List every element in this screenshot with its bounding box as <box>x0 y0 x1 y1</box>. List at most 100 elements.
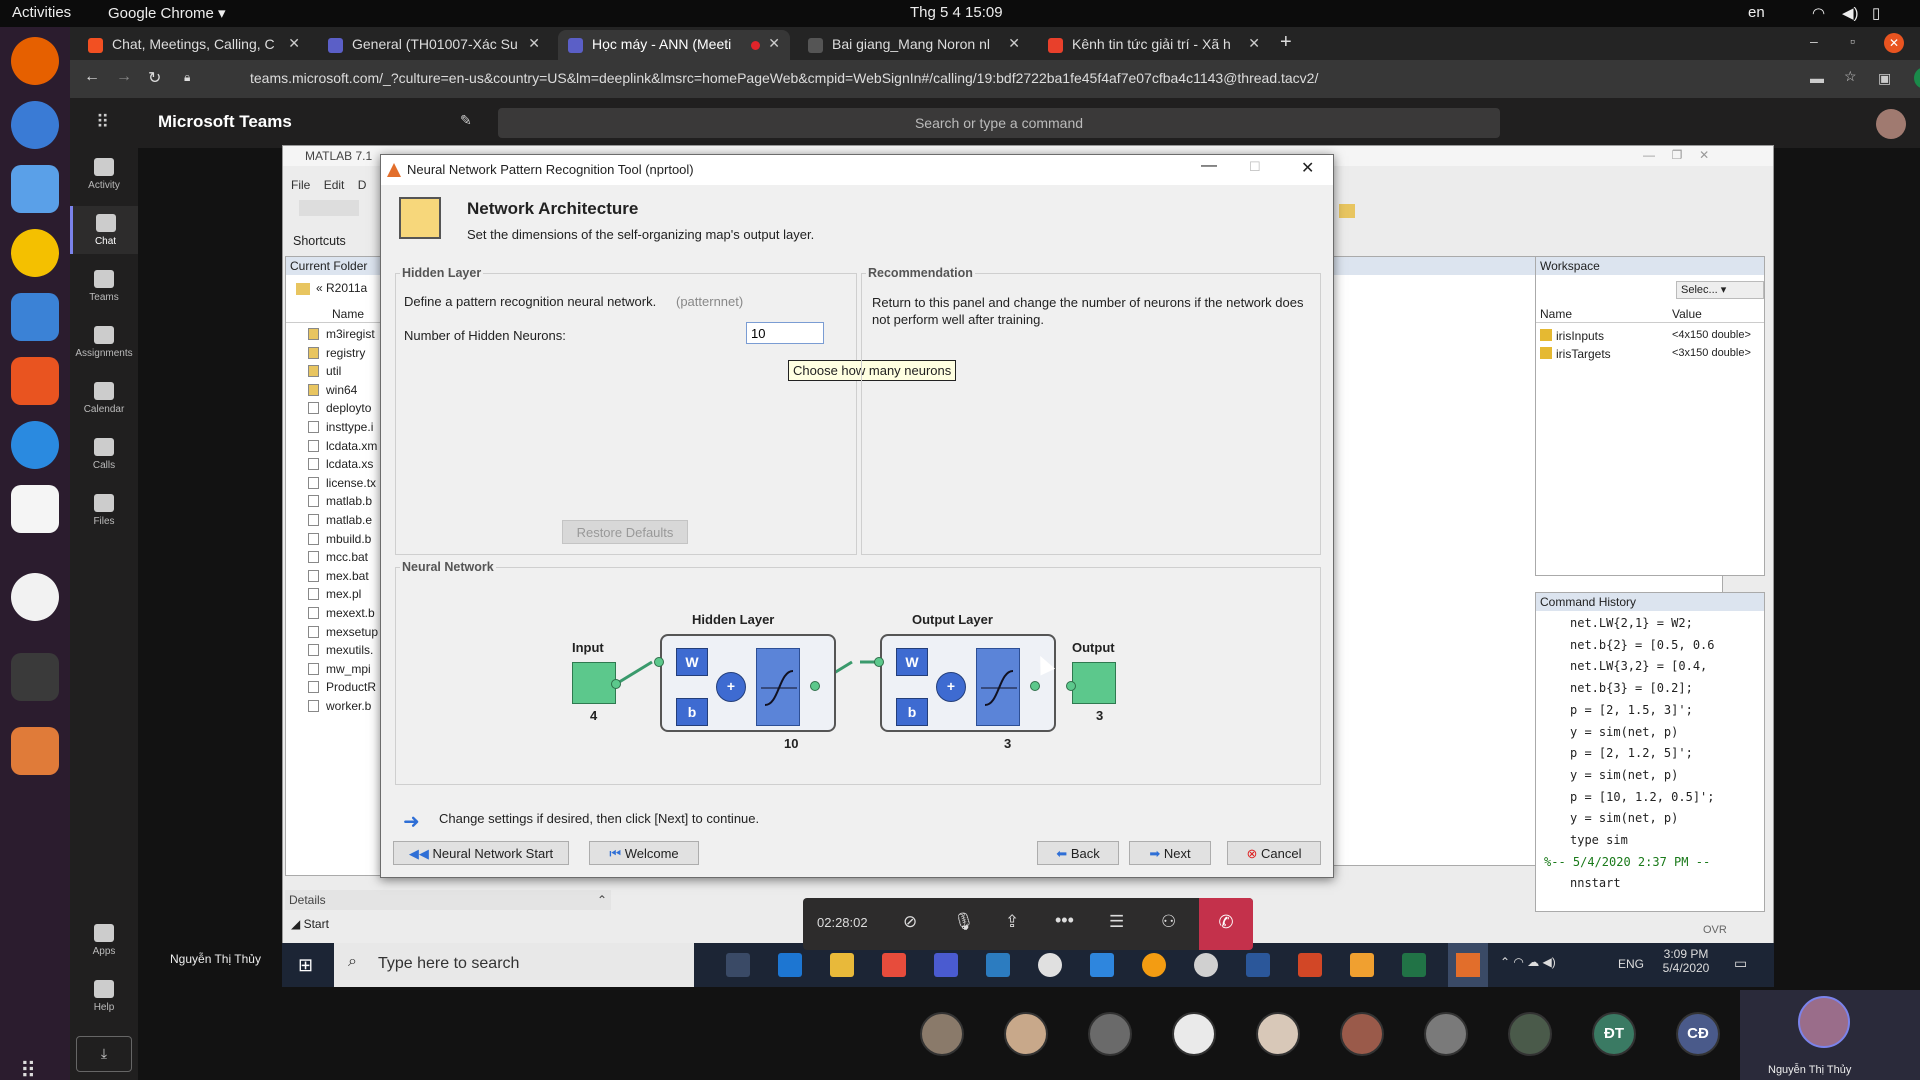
writer-icon[interactable] <box>11 293 59 341</box>
workspace-row[interactable]: irisInputs <4x150 double> <box>1536 327 1764 345</box>
taskbar-clock[interactable]: 3:09 PM 5/4/2020 <box>1656 947 1716 975</box>
participant-avatar[interactable] <box>1340 1012 1384 1056</box>
extension-icon[interactable]: ▣ <box>1878 70 1891 87</box>
rail-help[interactable]: Help <box>70 980 138 1013</box>
menu-file[interactable]: File <box>291 178 310 192</box>
visual-studio-icon[interactable] <box>934 953 958 977</box>
rail-chat[interactable]: Chat <box>70 206 138 254</box>
matlab-window-controls[interactable]: — ❐ ✕ <box>1643 148 1709 162</box>
app-launcher-icon[interactable]: ⠿ <box>96 112 109 133</box>
browser-tab-active[interactable]: Học máy - ANN (Meeti ✕ <box>558 30 790 60</box>
notification-icon[interactable]: ▭ <box>1734 955 1747 972</box>
history-line[interactable]: p = [10, 1.2, 0.5]'; <box>1544 787 1754 809</box>
forward-icon[interactable]: → <box>116 68 132 86</box>
wifi-icon[interactable]: ◠ <box>1812 4 1825 22</box>
terminal-icon[interactable] <box>11 653 59 701</box>
history-line[interactable]: y = sim(net, p) <box>1544 765 1754 787</box>
history-line[interactable]: net.b{2} = [0.5, 0.6 <box>1544 635 1754 657</box>
participants-icon[interactable]: ⚇ <box>1161 912 1176 932</box>
history-line[interactable]: nnstart <box>1544 873 1754 895</box>
camera-off-icon[interactable]: ⊘ <box>903 912 917 932</box>
back-button[interactable]: ⬅ Back <box>1037 841 1119 865</box>
close-tab-icon[interactable]: ✕ <box>1248 35 1260 52</box>
history-line[interactable]: net.LW{3,2} = [0.4, <box>1544 656 1754 678</box>
hidden-neurons-input[interactable] <box>746 322 824 344</box>
start-button[interactable]: ◢ Start <box>285 914 345 934</box>
app-icon[interactable] <box>1142 953 1166 977</box>
tray-icons[interactable]: ⌃ ◠ ☁ ◀) <box>1500 955 1556 969</box>
rail-calls[interactable]: Calls <box>70 438 138 471</box>
minimize-window-icon[interactable]: – <box>1810 33 1818 49</box>
close-window-icon[interactable]: ✕ <box>1884 33 1904 53</box>
activities-button[interactable]: Activities <box>12 4 71 21</box>
rail-apps[interactable]: Apps <box>70 924 138 957</box>
address-bar[interactable]: teams.microsoft.com/_?culture=en-us&coun… <box>250 66 1800 92</box>
rail-files[interactable]: Files <box>70 494 138 527</box>
profile-avatar[interactable]: h <box>1914 67 1920 89</box>
participant-avatar[interactable] <box>920 1012 964 1056</box>
windows-start-icon[interactable]: ⊞ <box>298 955 313 976</box>
participant-avatar[interactable] <box>1508 1012 1552 1056</box>
file-explorer-icon[interactable] <box>830 953 854 977</box>
show-apps-icon[interactable]: ⠿ <box>20 1059 50 1080</box>
folder-path[interactable]: « R2011a <box>316 281 367 295</box>
hang-up-icon[interactable]: ✆ <box>1199 898 1253 950</box>
close-tab-icon[interactable]: ✕ <box>768 35 780 52</box>
history-line[interactable]: p = [2, 1.5, 3]'; <box>1544 700 1754 722</box>
back-icon[interactable]: ← <box>84 68 100 86</box>
reload-icon[interactable]: ↻ <box>148 68 161 88</box>
dialog-minimize-icon[interactable]: — <box>1201 157 1217 175</box>
participant-avatar[interactable] <box>1424 1012 1468 1056</box>
firefox-icon[interactable] <box>11 37 59 85</box>
history-line[interactable]: net.b{3} = [0.2]; <box>1544 678 1754 700</box>
battery-icon[interactable]: ▯ <box>1872 4 1880 22</box>
welcome-button[interactable]: ⏮ Welcome <box>589 841 699 865</box>
chrome-taskbar-icon[interactable] <box>1038 953 1062 977</box>
participant-avatar[interactable] <box>1172 1012 1216 1056</box>
thunderbird-icon[interactable] <box>11 101 59 149</box>
history-line[interactable]: p = [2, 1.2, 5]'; <box>1544 743 1754 765</box>
teams-search-input[interactable]: Search or type a command <box>498 108 1500 138</box>
lock-icon[interactable]: 🔒︎ <box>184 70 190 85</box>
browser-tab[interactable]: Kênh tin tức giải trí - Xã h ✕ <box>1038 30 1270 60</box>
amazon-icon[interactable] <box>11 485 59 533</box>
browser-tab[interactable]: General (TH01007-Xác Su ✕ <box>318 30 550 60</box>
menu-edit[interactable]: Edit <box>324 178 345 192</box>
bookmark-star-icon[interactable]: ☆ <box>1844 68 1857 85</box>
menu-debug[interactable]: D <box>358 178 367 192</box>
new-tab-icon[interactable]: + <box>1280 31 1292 54</box>
close-tab-icon[interactable]: ✕ <box>288 35 300 52</box>
network-icon[interactable] <box>986 953 1010 977</box>
conversation-icon[interactable]: ☰ <box>1109 912 1124 932</box>
history-line[interactable]: %-- 5/4/2020 2:37 PM -- <box>1544 852 1754 874</box>
workspace-col-value[interactable]: Value <box>1672 307 1702 321</box>
store-icon[interactable] <box>882 953 906 977</box>
shortcuts-label[interactable]: Shortcuts <box>293 234 346 248</box>
edge-icon[interactable] <box>778 953 802 977</box>
history-line[interactable]: y = sim(net, p) <box>1544 808 1754 830</box>
files-icon[interactable] <box>11 165 59 213</box>
cancel-button[interactable]: ⊗ Cancel <box>1227 841 1321 865</box>
language-indicator[interactable]: en <box>1748 4 1765 21</box>
mic-icon[interactable]: 🎙︎ <box>953 912 975 932</box>
close-tab-icon[interactable]: ✕ <box>528 35 540 52</box>
taskbar-search-input[interactable]: ⌕ Type here to search <box>334 943 694 987</box>
nn-start-button[interactable]: ◀◀ Neural Network Start <box>393 841 569 865</box>
close-tab-icon[interactable]: ✕ <box>1008 35 1020 52</box>
word-icon[interactable] <box>1246 953 1270 977</box>
history-line[interactable]: type sim <box>1544 830 1754 852</box>
workspace-col-name[interactable]: Name <box>1540 307 1572 321</box>
matlab-taskbar-active[interactable] <box>1448 943 1488 987</box>
workspace-row[interactable]: irisTargets <3x150 double> <box>1536 345 1764 363</box>
rail-calendar[interactable]: Calendar <box>70 382 138 415</box>
more-actions-icon[interactable]: ••• <box>1055 910 1074 931</box>
participant-avatar[interactable] <box>1004 1012 1048 1056</box>
powerpoint-icon[interactable] <box>1298 953 1322 977</box>
compose-icon[interactable]: ✎ <box>460 112 472 129</box>
excel-icon[interactable] <box>1402 953 1426 977</box>
browser-tab[interactable]: Chat, Meetings, Calling, C ✕ <box>78 30 310 60</box>
folder-browse-icon[interactable] <box>1339 204 1355 218</box>
task-view-icon[interactable] <box>726 953 750 977</box>
mail-icon[interactable] <box>1090 953 1114 977</box>
rail-assignments[interactable]: Assignments <box>70 326 138 359</box>
